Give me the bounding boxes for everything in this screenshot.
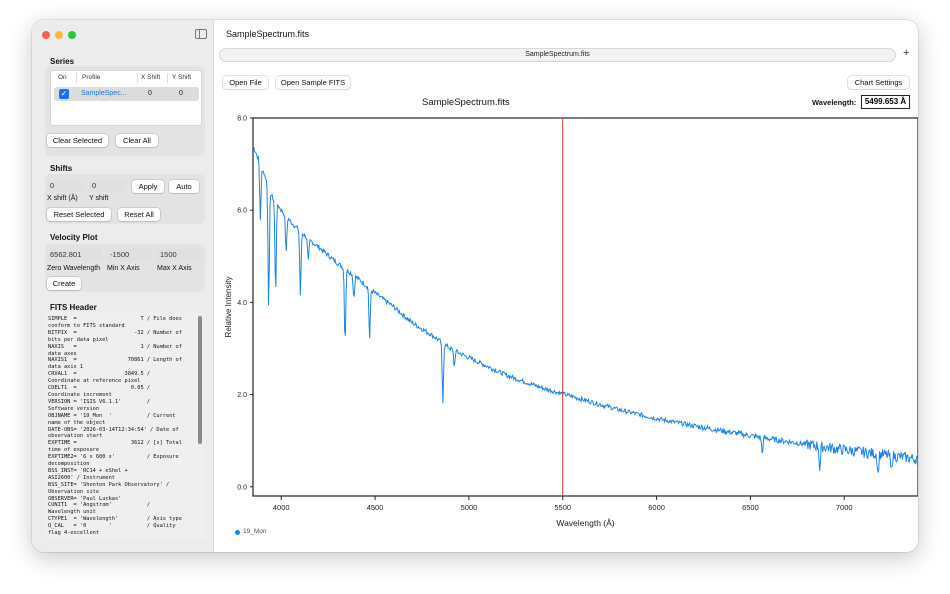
x-tick-label: 5000 xyxy=(461,503,478,512)
x-axis-label: Wavelength (Å) xyxy=(556,518,614,528)
legend-label-19-mon: 19_Mon xyxy=(243,528,267,535)
y-tick-label: 2.0 xyxy=(237,392,247,399)
y-tick-label: 8.0 xyxy=(237,116,247,123)
y-axis-label: Relative Intensity xyxy=(224,277,233,338)
x-tick-label: 6000 xyxy=(648,503,665,512)
x-tick-label: 4000 xyxy=(273,503,290,512)
legend-marker xyxy=(235,530,240,535)
plot-frame xyxy=(252,117,918,497)
spectrum-chart[interactable]: 4000 4500 5000 5500 6000 6500 7000 0.0 2.0 4.0 6.0… xyxy=(32,20,918,552)
x-tick-label: 6500 xyxy=(742,503,759,512)
x-tick-label: 5500 xyxy=(554,503,571,512)
spectrum-line-19-mon xyxy=(252,145,918,473)
x-tick-label: 7000 xyxy=(836,503,853,512)
y-tick-label: 6.0 xyxy=(237,208,247,215)
y-tick-label: 0.0 xyxy=(237,484,247,491)
app-window: Series On Profile X Shift Y Shift ✓ Samp… xyxy=(32,20,918,552)
x-tick-label: 4500 xyxy=(367,503,384,512)
y-tick-label: 4.0 xyxy=(237,300,247,307)
